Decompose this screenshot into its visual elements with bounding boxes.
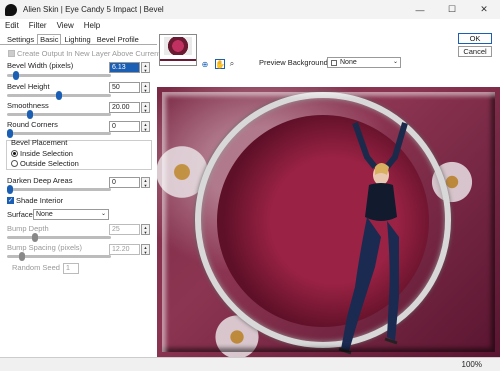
bevel-height-field[interactable]: 50	[109, 82, 140, 93]
shade-interior-label: Shade Interior	[16, 196, 64, 205]
background-swatch	[331, 60, 337, 66]
bump-depth-label: Bump Depth	[7, 224, 49, 233]
bevel-width-field[interactable]: 6.13	[109, 62, 140, 73]
bevel-width-label: Bevel Width (pixels)	[7, 61, 74, 70]
cancel-button[interactable]: Cancel	[458, 46, 492, 57]
settings-panel: Settings Basic Lighting Bevel Profile Cr…	[0, 32, 161, 357]
bevel-width-thumb[interactable]	[13, 71, 19, 80]
bump-spacing-thumb[interactable]	[19, 252, 25, 261]
close-button[interactable]: ✕	[468, 0, 500, 19]
bevel-height-slider[interactable]	[7, 91, 111, 100]
menu-filter[interactable]: Filter	[24, 21, 52, 30]
minimize-button[interactable]: —	[404, 0, 436, 19]
darken-deep-field[interactable]: 0	[109, 177, 140, 188]
bevel-width-stepper[interactable]: ▲ ▼	[141, 62, 150, 73]
bump-spacing-label: Bump Spacing (pixels)	[7, 243, 83, 252]
pan-tool-icon[interactable]: ⊕	[200, 59, 210, 69]
inside-selection-label: Inside Selection	[20, 149, 73, 158]
surface-label: Surface	[7, 210, 33, 219]
bump-depth-slider[interactable]	[7, 233, 111, 242]
bevel-height-stepper[interactable]: ▲ ▼	[141, 82, 150, 93]
smoothness-thumb[interactable]	[27, 110, 33, 119]
chevron-down-icon: ⌄	[392, 59, 398, 65]
preview-image[interactable]	[157, 87, 500, 357]
darken-deep-label: Darken Deep Areas	[7, 176, 73, 185]
bump-depth-stepper[interactable]: ▲ ▼	[141, 224, 150, 235]
preview-area: ⊕ ✋ ⌕ Preview Background None ⌄ OK Cance…	[157, 32, 500, 357]
round-corners-thumb[interactable]	[7, 129, 13, 138]
smoothness-slider[interactable]	[7, 110, 111, 119]
round-corners-slider[interactable]	[7, 129, 111, 138]
inside-selection-radio[interactable]	[11, 150, 18, 157]
menu-edit[interactable]: Edit	[0, 21, 24, 30]
preview-background-label: Preview Background	[259, 58, 328, 67]
bump-spacing-stepper[interactable]: ▲ ▼	[141, 244, 150, 255]
bevel-height-thumb[interactable]	[56, 91, 62, 100]
ok-button[interactable]: OK	[458, 33, 492, 44]
create-output-label: Create Output In New Layer Above Current	[17, 49, 161, 58]
outside-selection-radio[interactable]	[11, 160, 18, 167]
status-bar: 100%	[0, 357, 500, 371]
create-output-checkbox[interactable]	[8, 50, 15, 57]
thumbnail-image	[164, 37, 192, 55]
bevel-effect-edge	[157, 87, 500, 357]
menu-bar: Edit Filter View Help	[0, 19, 500, 32]
darken-deep-slider[interactable]	[7, 185, 111, 194]
darken-deep-thumb[interactable]	[7, 185, 13, 194]
thumbnail-strip	[160, 59, 196, 61]
surface-select[interactable]: None ⌄	[33, 209, 109, 220]
zoom-tool-icon[interactable]: ⌕	[227, 59, 237, 69]
zoom-level: 100%	[461, 360, 482, 369]
chevron-down-icon: ⌄	[100, 211, 106, 217]
tab-divider	[0, 44, 157, 45]
navigator-thumbnail[interactable]	[159, 34, 197, 66]
darken-deep-stepper[interactable]: ▲ ▼	[141, 177, 150, 188]
title-bar: Alien Skin | Eye Candy 5 Impact | Bevel …	[0, 0, 500, 19]
bump-depth-field[interactable]: 25	[109, 224, 140, 235]
preview-background-value: None	[340, 59, 357, 66]
bump-depth-thumb[interactable]	[32, 233, 38, 242]
smoothness-label: Smoothness	[7, 101, 49, 110]
menu-view[interactable]: View	[52, 21, 79, 30]
smoothness-field[interactable]: 20.00	[109, 102, 140, 113]
random-seed-field[interactable]: 1	[63, 263, 79, 274]
round-corners-stepper[interactable]: ▲ ▼	[141, 121, 150, 132]
preview-background-select[interactable]: None ⌄	[327, 57, 401, 68]
alien-skin-logo-icon	[5, 3, 17, 16]
bevel-width-slider[interactable]	[7, 71, 111, 80]
shade-interior-checkbox[interactable]: ✓	[7, 197, 14, 204]
random-seed-label: Random Seed	[12, 263, 60, 272]
maximize-button[interactable]: ☐	[436, 0, 468, 19]
hand-tool-icon[interactable]: ✋	[215, 59, 225, 69]
bevel-placement-label: Bevel Placement	[11, 138, 68, 147]
smoothness-stepper[interactable]: ▲ ▼	[141, 102, 150, 113]
bevel-height-label: Bevel Height	[7, 82, 50, 91]
bump-spacing-slider[interactable]	[7, 252, 111, 261]
outside-selection-label: Outside Selection	[20, 159, 79, 168]
bump-spacing-field[interactable]: 12.20	[109, 244, 140, 255]
menu-help[interactable]: Help	[79, 21, 105, 30]
round-corners-field[interactable]: 0	[109, 121, 140, 132]
round-corners-label: Round Corners	[7, 120, 58, 129]
surface-value: None	[36, 211, 53, 218]
window-title: Alien Skin | Eye Candy 5 Impact | Bevel	[23, 5, 164, 14]
